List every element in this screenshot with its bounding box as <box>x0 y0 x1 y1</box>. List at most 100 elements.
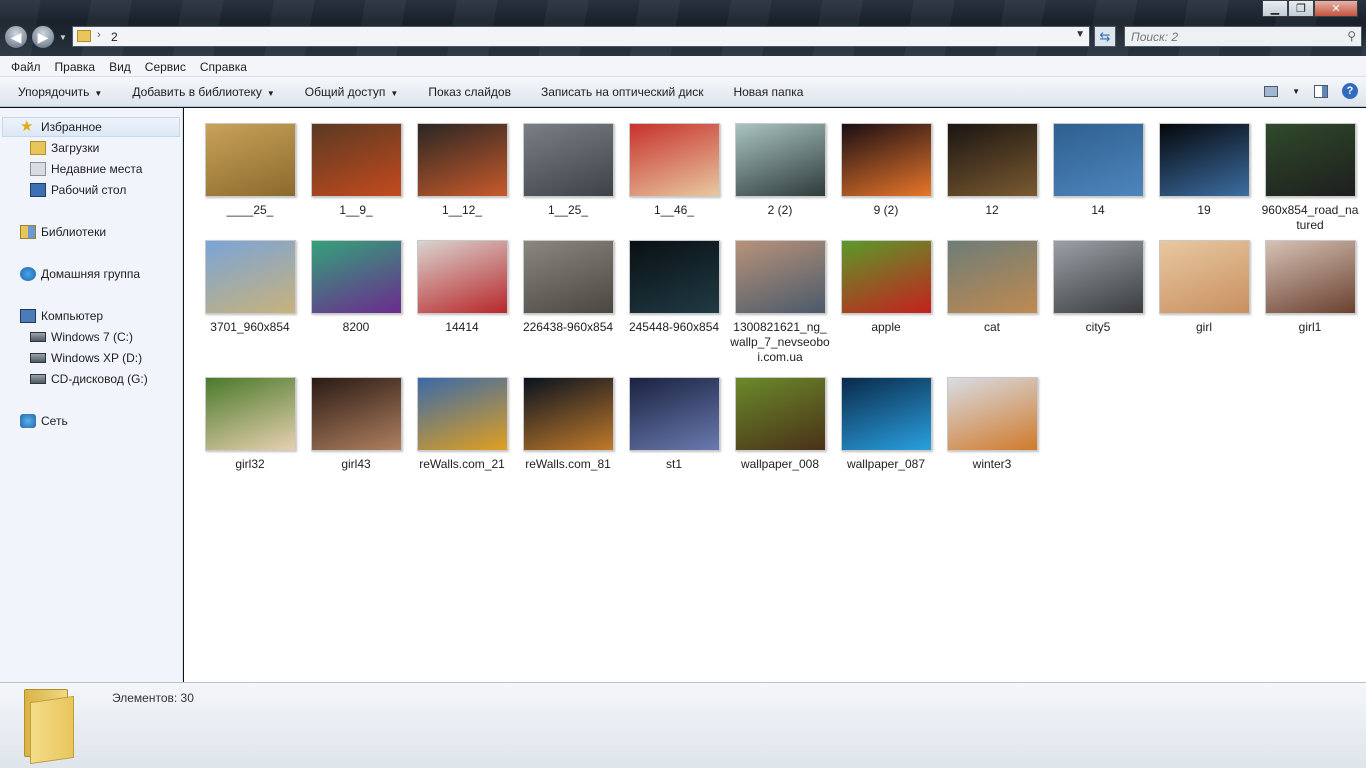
file-item[interactable]: reWalls.com_21 <box>412 377 512 472</box>
file-item[interactable]: 14 <box>1048 123 1148 218</box>
image-thumbnail <box>1052 123 1144 197</box>
file-item[interactable]: 14414 <box>412 240 512 335</box>
file-name: wallpaper_087 <box>846 457 926 471</box>
file-item[interactable]: reWalls.com_81 <box>518 377 618 472</box>
address-bar[interactable]: › 2 ▼ <box>72 26 1090 47</box>
sidebar-item-computer[interactable]: Компьютер <box>20 309 103 323</box>
minimize-button[interactable]: ▁ <box>1262 0 1288 17</box>
file-item[interactable]: 245448-960x854 <box>624 240 724 335</box>
file-item[interactable]: 19 <box>1154 123 1254 218</box>
back-button[interactable]: ◀ <box>4 25 28 49</box>
add-to-library-button[interactable]: Добавить в библиотеку ▼ <box>122 85 284 99</box>
view-dropdown-chevron-icon[interactable]: ▼ <box>1292 87 1300 96</box>
file-item[interactable]: 2 (2) <box>730 123 830 218</box>
refresh-icon: ⇆ <box>1099 28 1111 44</box>
image-thumbnail <box>204 123 296 197</box>
file-item[interactable]: girl32 <box>200 377 300 472</box>
image-thumbnail <box>1264 240 1356 314</box>
file-name: winter3 <box>972 457 1012 471</box>
share-button[interactable]: Общий доступ ▼ <box>295 85 409 99</box>
file-item[interactable]: wallpaper_008 <box>730 377 830 472</box>
file-item[interactable]: cat <box>942 240 1042 335</box>
sidebar-item-drive-g[interactable]: CD-дисковод (G:) <box>30 372 148 386</box>
arrow-left-icon: ◀ <box>10 28 22 45</box>
file-name: 960x854_road_natured <box>1261 203 1359 232</box>
image-thumbnail <box>204 377 296 451</box>
file-item[interactable]: girl <box>1154 240 1254 335</box>
file-item[interactable]: winter3 <box>942 377 1042 472</box>
image-thumbnail <box>204 240 296 314</box>
sidebar-item-desktop[interactable]: Рабочий стол <box>30 183 126 197</box>
breadcrumb-separator-icon[interactable]: › <box>97 29 101 41</box>
image-thumbnail <box>416 240 508 314</box>
sidebar-item-drive-d[interactable]: Windows XP (D:) <box>30 351 142 365</box>
image-thumbnail <box>416 377 508 451</box>
file-item[interactable]: girl1 <box>1260 240 1360 335</box>
file-name: 14414 <box>445 320 479 334</box>
computer-icon <box>20 309 36 323</box>
file-item[interactable]: 1300821621_ng_wallp_7_nevseoboi.com.ua <box>730 240 830 365</box>
image-thumbnail <box>522 123 614 197</box>
image-thumbnail <box>522 240 614 314</box>
sidebar-item-network[interactable]: Сеть <box>20 414 68 428</box>
file-item[interactable]: 1__46_ <box>624 123 724 218</box>
file-item[interactable]: 8200 <box>306 240 406 335</box>
sidebar-item-recent[interactable]: Недавние места <box>30 162 142 176</box>
search-icon[interactable]: ⚲ <box>1347 29 1356 43</box>
hard-drive-icon <box>30 353 46 363</box>
sidebar-item-label: Windows XP (D:) <box>51 351 143 365</box>
file-item[interactable]: 3701_960x854 <box>200 240 300 335</box>
sidebar-item-label: Библиотеки <box>41 225 107 239</box>
file-name: 14 <box>1091 203 1105 217</box>
file-item[interactable]: 1__9_ <box>306 123 406 218</box>
file-item[interactable]: girl43 <box>306 377 406 472</box>
search-input[interactable] <box>1125 27 1325 46</box>
image-thumbnail <box>840 377 932 451</box>
sidebar-item-downloads[interactable]: Загрузки <box>30 141 99 155</box>
sidebar-item-favorites[interactable]: ★ Избранное <box>2 117 180 137</box>
menu-tools[interactable]: Сервис <box>138 56 193 76</box>
item-count: Элементов: 30 <box>112 691 194 705</box>
menu-view[interactable]: Вид <box>102 56 138 76</box>
sidebar-item-drive-c[interactable]: Windows 7 (C:) <box>30 330 133 344</box>
file-item[interactable]: 226438-960x854 <box>518 240 618 335</box>
breadcrumb-current[interactable]: 2 <box>111 30 118 44</box>
file-name: 3701_960x854 <box>210 320 290 334</box>
burn-button[interactable]: Записать на оптический диск <box>531 85 714 99</box>
file-name: 9 (2) <box>873 203 899 217</box>
recent-pages-dropdown[interactable]: ▼ <box>59 33 67 42</box>
file-item[interactable]: 1__25_ <box>518 123 618 218</box>
close-button[interactable]: ✕ <box>1314 0 1358 17</box>
change-view-icon[interactable] <box>1264 85 1279 97</box>
file-item[interactable]: city5 <box>1048 240 1148 335</box>
slideshow-button[interactable]: Показ слайдов <box>418 85 521 99</box>
chevron-down-icon[interactable]: ▼ <box>1075 29 1085 40</box>
refresh-button[interactable]: ⇆ <box>1094 26 1116 47</box>
preview-pane-icon[interactable] <box>1314 84 1328 98</box>
file-item[interactable]: apple <box>836 240 936 335</box>
file-name: 19 <box>1197 203 1211 217</box>
file-item[interactable]: 12 <box>942 123 1042 218</box>
file-item[interactable]: st1 <box>624 377 724 472</box>
file-item[interactable]: 960x854_road_natured <box>1260 123 1360 233</box>
folder-icon <box>77 30 91 42</box>
menu-file[interactable]: Файл <box>4 56 48 76</box>
maximize-button[interactable]: ❐ <box>1288 0 1314 17</box>
file-item[interactable]: ____25_ <box>200 123 300 218</box>
image-thumbnail <box>840 123 932 197</box>
help-icon[interactable]: ? <box>1342 83 1358 99</box>
organize-button[interactable]: Упорядочить ▼ <box>8 85 112 99</box>
menu-edit[interactable]: Правка <box>48 56 103 76</box>
file-name: 1__9_ <box>339 203 373 217</box>
file-item[interactable]: wallpaper_087 <box>836 377 936 472</box>
file-item[interactable]: 1__12_ <box>412 123 512 218</box>
new-folder-button[interactable]: Новая папка <box>723 85 813 99</box>
image-thumbnail <box>310 123 402 197</box>
menu-help[interactable]: Справка <box>193 56 254 76</box>
file-item[interactable]: 9 (2) <box>836 123 936 218</box>
forward-button[interactable]: ▶ <box>31 25 55 49</box>
file-list: ____25_ 1__9_ 1__12_ 1__25_ 1__46_ 2 (2) 9 (2)… <box>184 108 1366 682</box>
sidebar-item-homegroup[interactable]: Домашняя группа <box>20 267 140 281</box>
sidebar-item-libraries[interactable]: Библиотеки <box>20 225 106 239</box>
search-box: ⚲ <box>1124 26 1362 47</box>
